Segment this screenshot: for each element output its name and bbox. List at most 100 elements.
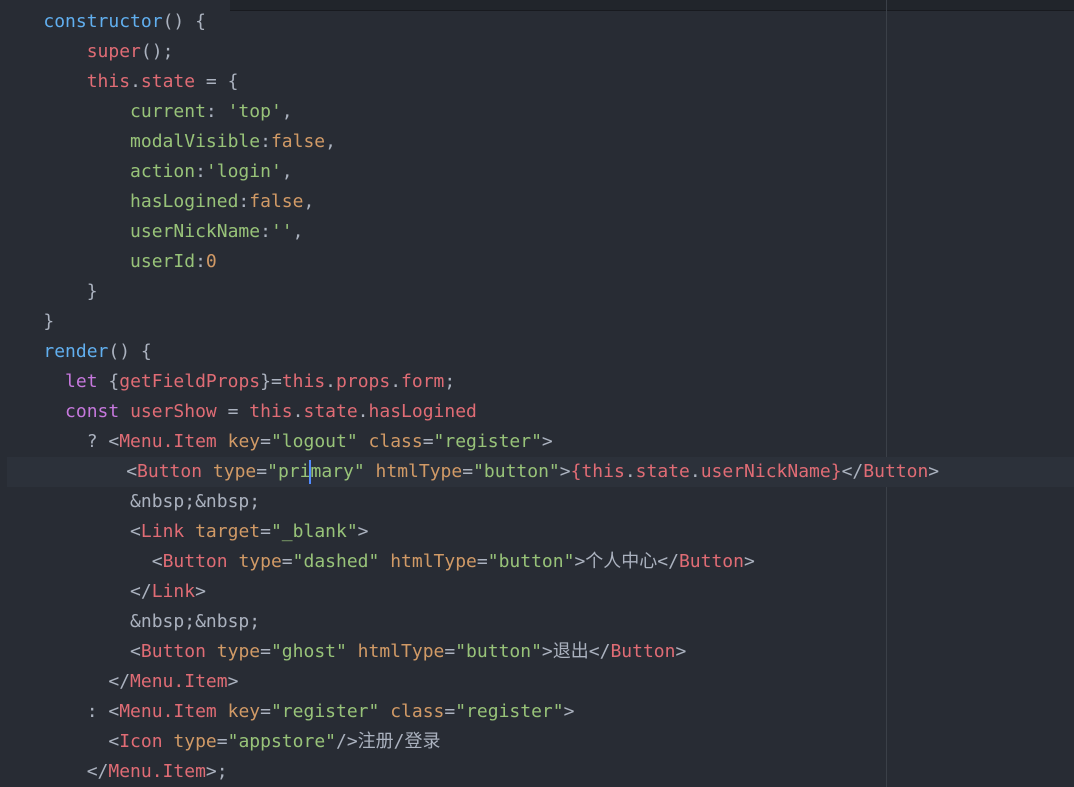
code-editor[interactable]: constructor() { super(); this.state = { … [0,0,1074,787]
code-token: </ [0,581,152,602]
code-token: ? < [0,431,120,452]
code-token: 'top' [227,101,282,122]
code-token: . [624,461,636,482]
code-token: 0 [205,251,217,272]
code-token: this [86,71,131,92]
code-line[interactable]: } [0,277,1074,307]
code-line[interactable]: constructor() { [0,7,1074,37]
code-token: : [260,221,271,242]
code-token: = [260,701,271,722]
code-token: : [238,191,250,212]
code-line[interactable]: modalVisible:false, [0,127,1074,157]
code-token: userShow [130,401,217,422]
code-token: >个人中心</ [574,551,679,572]
code-line[interactable]: <Icon type="appstore"/>注册/登录 [0,727,1074,757]
code-token: key [227,701,261,722]
code-line[interactable]: <Button type="ghost" htmlType="button">退… [0,637,1074,667]
code-token: userId [130,251,196,272]
code-token: , [325,131,336,152]
code-line[interactable]: &nbsp;&nbsp; [0,487,1074,517]
code-line[interactable]: userNickName:'', [0,217,1074,247]
code-line[interactable]: super(); [0,37,1074,67]
code-token: } [830,461,842,482]
code-token: "button" [473,461,560,482]
code-token: "pri [267,461,311,482]
code-token: Button [678,551,744,572]
code-token: "register" [270,701,380,722]
code-token: this [281,371,326,392]
code-line[interactable]: current: 'top', [0,97,1074,127]
code-token: Button [863,461,929,482]
code-token: render [43,341,109,362]
code-line[interactable]: : <Menu.Item key="register" class="regis… [0,697,1074,727]
code-token: : [195,161,206,182]
code-token: </ [0,671,131,692]
code-token: Button [610,641,676,662]
code-token: 'login' [205,161,282,182]
code-line[interactable]: </Menu.Item>; [0,757,1074,787]
code-token: () { [162,11,206,32]
code-line[interactable]: <Button type="dashed" htmlType="button">… [0,547,1074,577]
code-line[interactable]: let {getFieldProps}=this.props.form; [0,367,1074,397]
code-token: > [541,431,553,452]
code-line[interactable]: } [0,307,1074,337]
code-token: Menu.Item [108,761,206,782]
code-token: = [256,461,268,482]
code-token: = [281,551,293,572]
code-token: . [130,71,141,92]
code-token: . [390,371,402,392]
code-token: (); [140,41,174,62]
code-token: : < [0,701,120,722]
code-line[interactable]: this.state = { [0,67,1074,97]
code-line[interactable]: userId:0 [0,247,1074,277]
code-token: state [635,461,690,482]
code-token: &nbsp;&nbsp; [0,611,261,632]
code-token: . [689,461,701,482]
code-token: this [249,401,293,422]
code-token: }= [260,371,282,392]
code-line[interactable]: </Link> [0,577,1074,607]
code-token: htmlType [390,551,477,572]
code-line[interactable]: hasLogined:false, [0,187,1074,217]
code-token: () { [108,341,152,362]
code-line[interactable]: const userShow = this.state.hasLogined [0,397,1074,427]
code-token: this [581,461,625,482]
code-line[interactable]: render() { [0,337,1074,367]
code-token: . [292,401,304,422]
code-token: = { [195,71,239,92]
code-token: userNickName [130,221,261,242]
code-token: = [260,431,271,452]
code-token: > [743,551,755,572]
code-token: = [216,731,228,752]
code-token: const [65,401,120,422]
code-token: '' [270,221,293,242]
code-line[interactable]: ? <Menu.Item key="logout" class="registe… [0,427,1074,457]
code-token: Link [151,581,196,602]
code-token: > [227,671,239,692]
code-token: "logout" [270,431,358,452]
code-line[interactable]: &nbsp;&nbsp; [0,607,1074,637]
code-line[interactable]: action:'login', [0,157,1074,187]
code-token: modalVisible [130,131,261,152]
code-token: "appstore" [227,731,336,752]
code-token: false [249,191,304,212]
code-line[interactable]: <Link target="_blank"> [0,517,1074,547]
code-token: class [390,701,445,722]
code-token: = [260,521,271,542]
code-line[interactable]: </Menu.Item> [0,667,1074,697]
code-token: type [238,551,282,572]
code-line-active[interactable]: <Button type="primary" htmlType="button"… [7,457,1074,487]
code-area[interactable]: constructor() { super(); this.state = { … [0,7,1074,787]
code-token: , [281,161,293,182]
